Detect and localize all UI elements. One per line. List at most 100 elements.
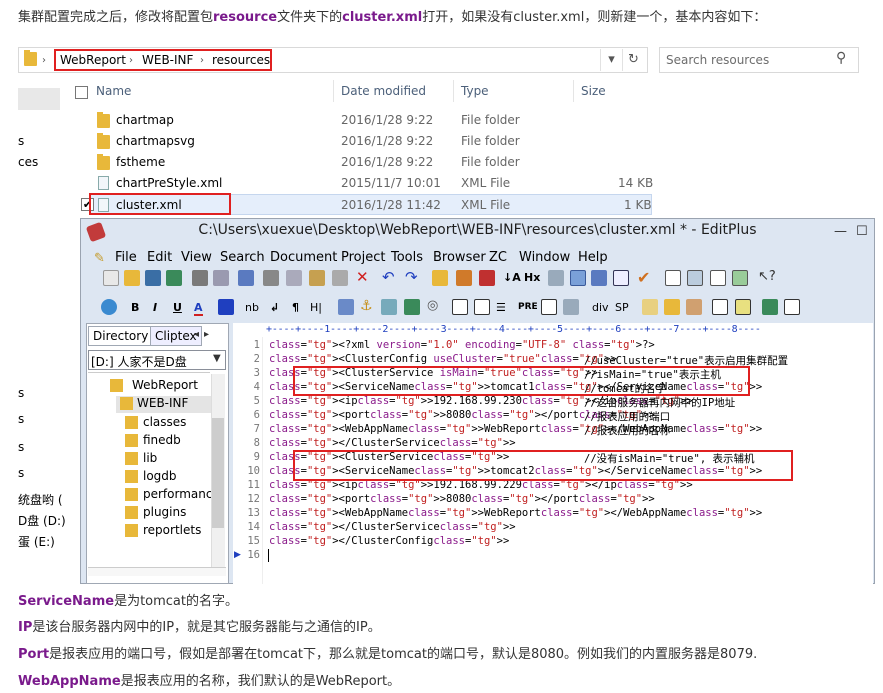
- preformat-button[interactable]: PRE: [518, 302, 538, 312]
- check-icon[interactable]: ✔: [637, 268, 650, 287]
- breadcrumb-webinf[interactable]: WEB-INF: [142, 53, 193, 67]
- font-color-button[interactable]: A: [194, 301, 203, 316]
- menu-window[interactable]: Window: [519, 250, 570, 265]
- cascade-icon[interactable]: [710, 270, 726, 286]
- nav-pane-item[interactable]: [18, 88, 60, 110]
- menu-help[interactable]: Help: [578, 250, 608, 265]
- form-icon[interactable]: [474, 299, 490, 315]
- italic-button[interactable]: I: [153, 301, 157, 314]
- tile-icon[interactable]: [687, 270, 703, 286]
- list-icon[interactable]: [541, 299, 557, 315]
- tab-directory[interactable]: Directory: [88, 326, 154, 346]
- column-header-type[interactable]: Type: [461, 84, 489, 98]
- breadcrumb-resources[interactable]: resources: [212, 53, 270, 67]
- column-header-name[interactable]: Name: [96, 84, 131, 98]
- align-left-icon[interactable]: ↲: [270, 301, 279, 314]
- delete-icon[interactable]: ✕: [356, 268, 369, 286]
- output-window-icon[interactable]: [732, 270, 748, 286]
- drive-item[interactable]: 蛋 (E:): [18, 533, 55, 550]
- cut-icon[interactable]: [263, 270, 279, 286]
- comment-icon[interactable]: [404, 299, 420, 315]
- column-header-size[interactable]: Size: [581, 84, 606, 98]
- spellcheck-icon[interactable]: [238, 270, 254, 286]
- browser-icon[interactable]: [101, 299, 117, 315]
- div-button[interactable]: div: [592, 301, 609, 314]
- highlight-color-icon[interactable]: [218, 299, 234, 315]
- tree-item-performance[interactable]: performance: [143, 487, 220, 501]
- menu-search[interactable]: Search: [220, 250, 265, 265]
- tree-item-webinf[interactable]: WEB-INF: [137, 396, 188, 410]
- clipboard-icon[interactable]: [332, 270, 348, 286]
- menu-view[interactable]: View: [181, 250, 212, 265]
- paste-icon[interactable]: [309, 270, 325, 286]
- tree-item-reportlets[interactable]: reportlets: [143, 523, 201, 537]
- chevron-down-icon[interactable]: ▼: [213, 353, 221, 364]
- tab-scroll-left-icon[interactable]: ◂: [194, 329, 199, 340]
- menu-file[interactable]: File: [115, 250, 137, 265]
- paragraph-icon[interactable]: ¶: [292, 301, 299, 314]
- tag-icon[interactable]: [762, 299, 778, 315]
- frame-icon[interactable]: [712, 299, 728, 315]
- style-icon[interactable]: [686, 299, 702, 315]
- menu-pencil-icon[interactable]: ✎: [94, 251, 105, 266]
- tree-item-webreport[interactable]: WebReport: [132, 378, 198, 392]
- menu-project[interactable]: Project: [341, 250, 385, 265]
- refresh-icon[interactable]: ↻: [622, 49, 644, 71]
- nav-pane-fragment[interactable]: s: [18, 412, 24, 426]
- table-icon[interactable]: [452, 299, 468, 315]
- find-icon[interactable]: [432, 270, 448, 286]
- column-divider[interactable]: [573, 80, 574, 102]
- nbsp-button[interactable]: nb: [245, 301, 259, 314]
- ruler-icon[interactable]: [613, 270, 629, 286]
- special-char-icon[interactable]: ◎: [427, 298, 438, 313]
- redo-icon[interactable]: ↷: [405, 268, 418, 286]
- anchor-icon[interactable]: ⚓: [360, 298, 373, 314]
- save-icon[interactable]: [145, 270, 161, 286]
- hex-icon[interactable]: Hx: [524, 271, 540, 284]
- nav-pane-fragment[interactable]: ces: [18, 155, 38, 169]
- tab-scroll-right-icon[interactable]: ▸: [204, 329, 209, 340]
- file-row[interactable]: chartmapsvg 2016/1/28 9:22 File folder: [90, 131, 652, 152]
- input-icon[interactable]: [563, 299, 579, 315]
- tree-item-classes[interactable]: classes: [143, 415, 186, 429]
- column-divider[interactable]: [453, 80, 454, 102]
- link-icon[interactable]: [381, 299, 397, 315]
- menu-browser[interactable]: Browser: [433, 250, 486, 265]
- file-row[interactable]: fstheme 2016/1/28 9:22 File folder: [90, 152, 652, 173]
- layout-icon[interactable]: [735, 299, 751, 315]
- file-row[interactable]: chartPreStyle.xml 2015/11/7 10:01 XML Fi…: [90, 173, 653, 194]
- span-button[interactable]: SP: [615, 301, 629, 314]
- nav-pane-fragment[interactable]: s: [18, 386, 24, 400]
- sort-icon[interactable]: ↓A: [503, 271, 521, 284]
- window-icon[interactable]: [665, 270, 681, 286]
- font-size-icon[interactable]: [548, 270, 564, 286]
- align-center-icon[interactable]: ☰: [496, 301, 506, 314]
- select-all-checkbox[interactable]: [75, 86, 88, 99]
- bold-button[interactable]: B: [131, 301, 139, 314]
- breadcrumb-webreport[interactable]: WebReport: [60, 53, 126, 67]
- menu-edit[interactable]: Edit: [147, 250, 172, 265]
- tree-item-logdb[interactable]: logdb: [143, 469, 177, 483]
- copy-icon[interactable]: [286, 270, 302, 286]
- open-icon[interactable]: [124, 270, 140, 286]
- help-icon[interactable]: ↖?: [758, 269, 776, 284]
- goto-icon[interactable]: [479, 270, 495, 286]
- image-icon[interactable]: [338, 299, 354, 315]
- tree-item-plugins[interactable]: plugins: [143, 505, 186, 519]
- new-file-icon[interactable]: [103, 270, 119, 286]
- replace-icon[interactable]: [456, 270, 472, 286]
- edit-icon[interactable]: [642, 299, 658, 315]
- menu-document[interactable]: Document: [270, 250, 337, 265]
- print-preview-icon[interactable]: [213, 270, 229, 286]
- undo-icon[interactable]: ↶: [382, 268, 395, 286]
- nav-pane-fragment[interactable]: s: [18, 440, 24, 454]
- menu-tools[interactable]: Tools: [391, 250, 423, 265]
- drive-item[interactable]: 统盘哟 (: [18, 491, 63, 508]
- tree-item-finedb[interactable]: finedb: [143, 433, 181, 447]
- file-row[interactable]: chartmap 2016/1/28 9:22 File folder: [90, 110, 652, 131]
- maximize-icon[interactable]: ☐: [856, 224, 868, 239]
- heading-icon[interactable]: H|: [310, 301, 322, 314]
- column-header-date[interactable]: Date modified: [341, 84, 426, 98]
- drive-item[interactable]: D盘 (D:): [18, 512, 66, 529]
- tree-item-lib[interactable]: lib: [143, 451, 157, 465]
